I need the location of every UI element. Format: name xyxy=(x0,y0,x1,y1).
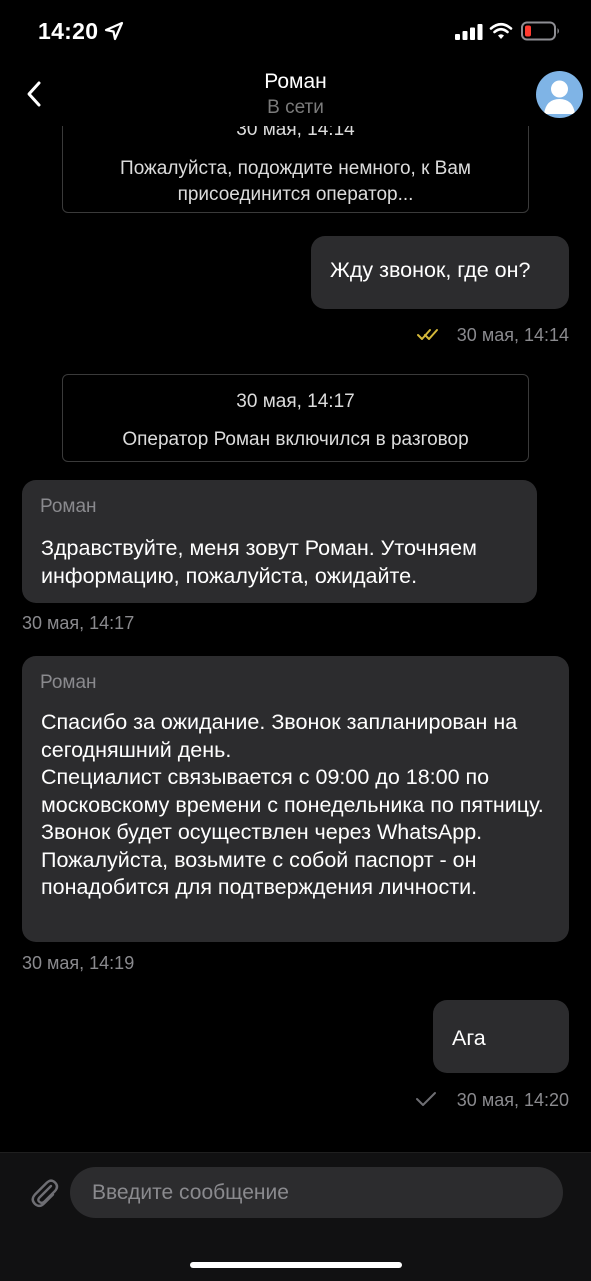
message-text: Спасибо за ожидание. Звонок запланирован… xyxy=(41,710,544,899)
incoming-message[interactable]: Роман Здравствуйте, меня зовут Роман. Ут… xyxy=(22,480,537,603)
message-timestamp: 30 мая, 14:17 xyxy=(22,613,135,633)
sender-name: Роман xyxy=(40,496,97,517)
message-timestamp: 30 мая, 14:19 xyxy=(22,953,135,973)
outgoing-message[interactable]: Жду звонок, где он? xyxy=(311,236,569,309)
system-message: 30 мая, 14:14 Пожалуйста, подождите немн… xyxy=(62,126,529,213)
signal-bars-icon xyxy=(455,24,483,40)
message-text: Ага xyxy=(452,1026,486,1050)
single-check-icon xyxy=(416,1092,436,1106)
message-input[interactable]: Введите сообщение xyxy=(70,1167,563,1218)
message-timestamp: 30 мая, 14:20 xyxy=(456,1090,569,1110)
user-avatar-icon[interactable] xyxy=(536,71,583,118)
system-message-text: Оператор Роман включился в разговор xyxy=(122,429,469,450)
system-message: 30 мая, 14:17 Оператор Роман включился в… xyxy=(62,374,529,462)
system-message-time: 30 мая, 14:17 xyxy=(236,391,355,412)
message-timestamp: 30 мая, 14:14 xyxy=(456,325,569,345)
sender-name: Роман xyxy=(40,672,97,693)
system-message-time: 30 мая, 14:14 xyxy=(236,126,355,140)
location-arrow-icon xyxy=(104,21,124,41)
incoming-message[interactable]: Роман Спасибо за ожидание. Звонок заплан… xyxy=(22,656,569,942)
battery-low-icon xyxy=(521,21,559,41)
chat-messages[interactable]: 30 мая, 14:14 Пожалуйста, подождите немн… xyxy=(0,126,591,1152)
outgoing-message[interactable]: Ага xyxy=(433,1000,569,1073)
contact-status: В сети xyxy=(267,97,324,118)
paperclip-icon[interactable] xyxy=(26,1174,62,1210)
contact-name: Роман xyxy=(264,70,327,93)
double-check-icon xyxy=(417,329,438,340)
status-time: 14:20 xyxy=(38,18,99,44)
home-indicator[interactable] xyxy=(190,1262,402,1268)
system-message-text: Пожалуйста, подождите немного, к Вам при… xyxy=(120,158,471,205)
message-text: Здравствуйте, меня зовут Роман. Уточняем… xyxy=(41,536,477,588)
message-text: Жду звонок, где он? xyxy=(330,258,531,282)
wifi-icon xyxy=(489,22,513,39)
